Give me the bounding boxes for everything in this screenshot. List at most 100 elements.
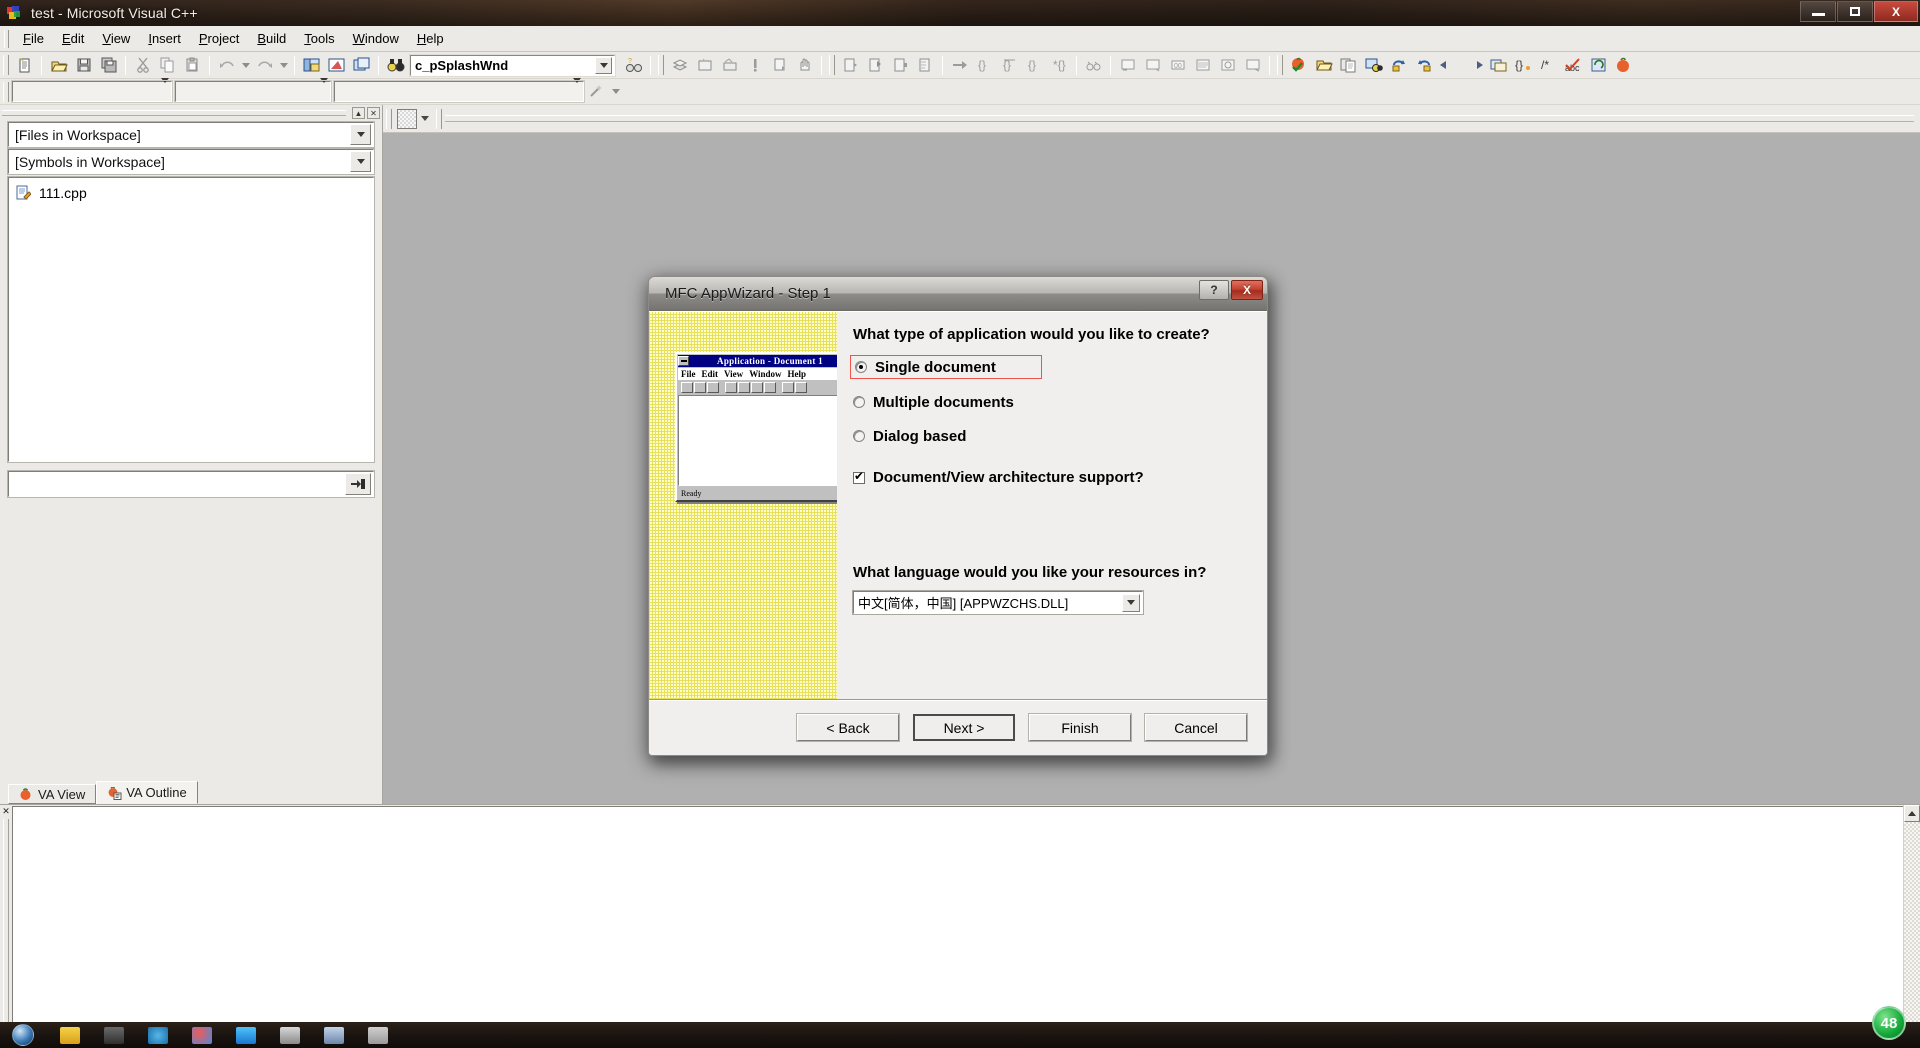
va-find-icon[interactable]: [1361, 54, 1386, 77]
dialog-window-controls[interactable]: ? X: [1197, 280, 1263, 300]
registers-icon[interactable]: 00: [1165, 54, 1190, 77]
menu-grip[interactable]: [4, 29, 9, 48]
menu-edit[interactable]: Edit: [53, 28, 93, 49]
radio-single-document[interactable]: Single document: [850, 355, 1042, 379]
taskbar-item[interactable]: [358, 1024, 398, 1046]
run-to-cursor-icon[interactable]: *{}: [1047, 54, 1072, 77]
hand-icon[interactable]: [792, 54, 817, 77]
taskbar-item[interactable]: [94, 1024, 134, 1046]
stop-build-icon[interactable]: [742, 54, 767, 77]
list-item[interactable]: 111.cpp: [15, 182, 373, 204]
radio-button-icon[interactable]: [853, 430, 865, 442]
step-out-icon[interactable]: {}: [1022, 54, 1047, 77]
quickwatch-icon[interactable]: [1081, 54, 1106, 77]
menu-project[interactable]: Project: [190, 28, 248, 49]
va-spell-icon[interactable]: abc: [1561, 54, 1586, 77]
toolbar-grip-2[interactable]: [658, 55, 664, 75]
disassembly-icon[interactable]: [1240, 54, 1265, 77]
pane-collapse-button[interactable]: ▲: [352, 107, 365, 119]
toolbar-grip-3[interactable]: [829, 55, 835, 75]
notification-badge[interactable]: 48: [1872, 1006, 1906, 1040]
taskbar-item[interactable]: [182, 1024, 222, 1046]
menu-help[interactable]: Help: [408, 28, 453, 49]
va-reparse-icon[interactable]: [1586, 54, 1611, 77]
wizardbar-class-combo[interactable]: [11, 77, 173, 103]
menu-view[interactable]: View: [93, 28, 139, 49]
find-combo-arrow[interactable]: [595, 56, 612, 74]
help-binoculars-icon[interactable]: ?: [621, 54, 646, 77]
output-window-icon[interactable]: [324, 54, 349, 77]
checkbox-icon[interactable]: [853, 469, 865, 484]
redo-icon[interactable]: [252, 54, 277, 77]
toolbar-grip-6[interactable]: [386, 108, 392, 129]
va-next-icon[interactable]: [1461, 54, 1486, 77]
cut-icon[interactable]: [130, 54, 155, 77]
step-into-icon[interactable]: {}: [972, 54, 997, 77]
search-input[interactable]: [9, 475, 345, 493]
workspace-file-list[interactable]: 111.cpp: [7, 176, 375, 463]
save-all-icon[interactable]: [96, 54, 121, 77]
wizardbar-member-arrow[interactable]: [573, 77, 581, 101]
menu-window[interactable]: Window: [344, 28, 408, 49]
minimize-button[interactable]: [1800, 1, 1836, 22]
va-check-icon[interactable]: [1286, 54, 1311, 77]
output-vertical-scrollbar[interactable]: [1903, 805, 1920, 1048]
menu-tools[interactable]: Tools: [295, 28, 343, 49]
save-icon[interactable]: [71, 54, 96, 77]
callstack-icon[interactable]: [1215, 54, 1240, 77]
va-prev-icon[interactable]: [1436, 54, 1461, 77]
restart-icon[interactable]: [863, 54, 888, 77]
menu-insert[interactable]: Insert: [139, 28, 190, 49]
wizardbar-member-combo[interactable]: [333, 77, 585, 103]
break-icon[interactable]: [913, 54, 938, 77]
cancel-button[interactable]: Cancel: [1144, 713, 1248, 742]
toolbar-grip-5[interactable]: [3, 81, 9, 102]
symbols-in-workspace-combo[interactable]: [Symbols in Workspace]: [7, 148, 375, 175]
goto-icon[interactable]: [345, 473, 371, 495]
files-in-workspace-combo[interactable]: [Files in Workspace]: [7, 121, 375, 148]
restore-button[interactable]: [1837, 1, 1873, 22]
output-close-icon[interactable]: ✕: [2, 807, 10, 816]
wizardbar-filter-arrow[interactable]: [320, 77, 328, 101]
tab-va-view[interactable]: VA View: [8, 784, 97, 804]
va-forward-icon[interactable]: [1411, 54, 1436, 77]
find-binoculars-icon[interactable]: [383, 54, 408, 77]
taskbar-item[interactable]: [270, 1024, 310, 1046]
finish-button[interactable]: Finish: [1028, 713, 1132, 742]
new-file-icon[interactable]: [12, 54, 37, 77]
language-combo-arrow[interactable]: [1122, 593, 1140, 612]
back-button[interactable]: < Back: [796, 713, 900, 742]
radio-multiple-documents[interactable]: Multiple documents: [853, 391, 1267, 413]
window-list-icon[interactable]: [349, 54, 374, 77]
bitmap-dropdown-icon[interactable]: [417, 107, 433, 130]
toolbar-grip-1[interactable]: [3, 55, 9, 75]
execute-icon[interactable]: [767, 54, 792, 77]
compile-icon[interactable]: [667, 54, 692, 77]
step-over-icon[interactable]: {}: [997, 54, 1022, 77]
variables-icon[interactable]: [1140, 54, 1165, 77]
tab-va-outline[interactable]: VA Outline: [96, 781, 198, 804]
wizardbar-class-arrow[interactable]: [161, 77, 169, 101]
taskbar-item[interactable]: [314, 1024, 354, 1046]
checkbox-docview-support[interactable]: Document/View architecture support?: [853, 469, 1267, 486]
wizard-wand-icon[interactable]: [584, 80, 609, 103]
radio-button-icon[interactable]: [853, 396, 865, 408]
start-button[interactable]: [0, 1023, 46, 1047]
go-icon[interactable]: [838, 54, 863, 77]
va-refactor-icon[interactable]: {}: [1511, 54, 1536, 77]
wizardbar-filter-combo[interactable]: [174, 77, 332, 103]
dialog-close-button[interactable]: X: [1231, 280, 1263, 300]
va-back-icon[interactable]: [1386, 54, 1411, 77]
stop-debug-icon[interactable]: [888, 54, 913, 77]
output-drag-handle[interactable]: [3, 819, 9, 1048]
symbols-combo-arrow[interactable]: [350, 151, 371, 172]
workspace-icon[interactable]: [299, 54, 324, 77]
taskbar-item[interactable]: [226, 1024, 266, 1046]
step-arrow-icon[interactable]: [947, 54, 972, 77]
menu-build[interactable]: Build: [248, 28, 295, 49]
watch-icon[interactable]: [1115, 54, 1140, 77]
toolbar-grip-4[interactable]: [1277, 55, 1283, 75]
va-comment-icon[interactable]: /*: [1536, 54, 1561, 77]
scroll-up-button[interactable]: [1904, 805, 1920, 822]
files-combo-arrow[interactable]: [350, 124, 371, 145]
